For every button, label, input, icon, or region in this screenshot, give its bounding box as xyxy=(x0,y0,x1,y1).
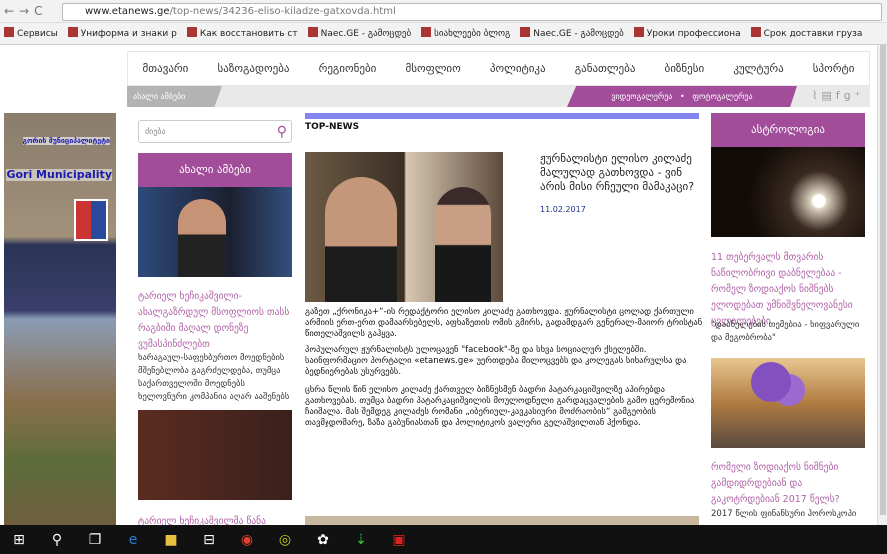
article-headline: ჟურნალისტი ელისო კილაძე მალულად გათხოვდა… xyxy=(540,152,695,193)
video-gallery-link[interactable]: ვიდეოგალერეა xyxy=(611,92,672,101)
nav-item[interactable]: მთავარი xyxy=(143,62,189,75)
astrology-summary: "დაბნელების თემებია - ხიფვარული და მეგობ… xyxy=(711,320,860,343)
scrollbar[interactable] xyxy=(877,45,887,525)
nav-item[interactable]: კულტურა xyxy=(733,62,783,75)
main-nav: მთავარი საზოგადოება რეგიონები მსოფლიო პო… xyxy=(127,51,870,86)
search-icon[interactable]: ⚲ xyxy=(277,122,287,143)
rss-icon[interactable]: ⌇ xyxy=(812,89,821,102)
section-label: TOP-NEWS xyxy=(305,122,360,132)
bookmark[interactable]: Сервисы xyxy=(4,23,58,44)
google-plus-icon[interactable]: g⁺ xyxy=(844,89,865,102)
article-paragraph: პოპულარულ ჟურნალისტს ულოცავენ "facebook"… xyxy=(305,345,687,377)
bookmark[interactable]: Срок доставки груза xyxy=(750,23,862,44)
app-icon[interactable]: ◎ xyxy=(266,525,304,554)
taskbar: ⊞ ⚲ ❐ e ■ ⊟ ◉ ◎ ✿ ⇣ ▣ xyxy=(0,525,887,554)
task-view-icon[interactable]: ❐ xyxy=(76,525,114,554)
bookmark[interactable]: Как восстановить ст xyxy=(186,23,298,44)
windows-start-icon[interactable]: ⊞ xyxy=(0,525,38,554)
article-image xyxy=(305,152,503,302)
bookmarks-bar: Сервисы Униформа и знаки р Как восстанов… xyxy=(0,23,887,45)
search-icon[interactable]: ⚲ xyxy=(38,525,76,554)
bookmark-icon xyxy=(520,27,531,37)
bookmark-icon xyxy=(633,27,644,37)
youtube-icon[interactable]: ▤ xyxy=(821,89,835,102)
section-bar xyxy=(305,113,699,119)
bookmark[interactable]: Naec.GE - გამოცდებ xyxy=(307,23,411,44)
nav-item[interactable]: განათლება xyxy=(575,62,636,75)
article-date: 11.02.2017 xyxy=(540,205,586,214)
astrology-title-link[interactable]: რომელი ზოდიაქოს ნიშნები გამდიდრდებიან და… xyxy=(711,460,865,508)
bookmark[interactable]: Уроки профессиона xyxy=(633,23,741,44)
facebook-icon[interactable]: f xyxy=(836,89,844,102)
bookmark[interactable]: Униформа и знаки р xyxy=(67,23,177,44)
news-image[interactable] xyxy=(138,187,292,277)
coat-of-arms-icon xyxy=(74,199,108,241)
bookmark[interactable]: სიახლეები ბლოგ xyxy=(421,23,510,44)
app-icon[interactable]: ✿ xyxy=(304,525,342,554)
nav-item[interactable]: რეგიონები xyxy=(319,62,377,75)
article-paragraph: ცხრა წლის წინ ელისო კილაძე ქართველ ბიზნე… xyxy=(305,385,695,428)
address-bar[interactable]: www.etanews.ge/top-news/34236-eliso-kila… xyxy=(62,3,882,21)
astrology-heading: ასტროლოგია xyxy=(711,113,865,147)
nav-item[interactable]: მსოფლიო xyxy=(405,62,460,75)
nav-item[interactable]: სპორტი xyxy=(813,62,855,75)
nav-item[interactable]: პოლიტიკა xyxy=(490,62,546,75)
browser-toolbar: ←→C www.etanews.ge/top-news/34236-eliso-… xyxy=(0,0,887,23)
nav-item[interactable]: ბიზნესი xyxy=(665,62,705,75)
news-image[interactable] xyxy=(138,410,292,500)
scrollbar-thumb[interactable] xyxy=(880,45,886,515)
social-icons: ⌇▤fg⁺ xyxy=(812,89,864,102)
photo-gallery-link[interactable]: ფოტოგალერეა xyxy=(692,92,752,101)
url-domain: www.etanews.ge xyxy=(85,6,170,17)
news-title-link[interactable]: ტარიელ ხეჩიკაშვილი- ახალგაზრდულ მსოფლიოს… xyxy=(138,289,292,353)
file-explorer-icon[interactable]: ■ xyxy=(152,525,190,554)
url-path: /top-news/34236-eliso-kiladze-gatxovda.h… xyxy=(169,6,396,17)
moon-image[interactable] xyxy=(711,147,865,237)
news-summary: ხარაგაულ-საფეხბურთო მოედნების მშენებლობა… xyxy=(138,353,290,402)
gallery-links: ვიდეოგალერეა • ფოტოგალერეა xyxy=(567,86,797,107)
bookmark-icon xyxy=(421,27,432,37)
search-input[interactable]: ძიება ⚲ xyxy=(138,120,292,143)
bookmark-icon xyxy=(307,27,318,37)
store-icon[interactable]: ⊟ xyxy=(190,525,228,554)
separator: • xyxy=(680,92,685,101)
article-paragraph: გაზეთ „ქრონიკა+“-ის რედაქტორი ელისო კილა… xyxy=(305,307,703,339)
banner-title-en: Gori Municipality xyxy=(6,168,112,181)
banner-title-ka: გორის მუნიციპალიტეტი xyxy=(22,137,110,145)
app-icon[interactable]: ⇣ xyxy=(342,525,380,554)
latest-news-link[interactable]: ახალი ამბები xyxy=(127,86,222,107)
bookmark[interactable]: Naec.GE - გამოცდებ xyxy=(520,23,624,44)
gori-municipality-banner[interactable]: გორის მუნიციპალიტეტი Gori Municipality xyxy=(4,113,116,525)
chrome-icon[interactable]: ◉ xyxy=(228,525,266,554)
bookmark-icon xyxy=(750,27,761,37)
astrology-summary: 2017 წლის ფინანსური ჰოროსკოპი xyxy=(711,509,857,519)
edge-icon[interactable]: e xyxy=(114,525,152,554)
bookmark-icon xyxy=(186,27,197,37)
apps-icon xyxy=(4,27,14,37)
latest-news-heading: ახალი ამბები xyxy=(138,153,292,187)
browser-nav-buttons[interactable]: ←→C xyxy=(4,4,48,18)
acrobat-icon[interactable]: ▣ xyxy=(380,525,418,554)
bookmark-icon xyxy=(67,27,78,37)
astrology-title-link[interactable]: 11 თებერვალს მთვარის ნაწილობრივი დაბნელე… xyxy=(711,250,865,330)
search-placeholder: ძიება xyxy=(145,127,166,136)
astrology-image[interactable] xyxy=(711,358,865,448)
nav-item[interactable]: საზოგადოება xyxy=(217,62,289,75)
sub-nav: ახალი ამბები ვიდეოგალერეა • ფოტოგალერეა … xyxy=(127,86,870,107)
